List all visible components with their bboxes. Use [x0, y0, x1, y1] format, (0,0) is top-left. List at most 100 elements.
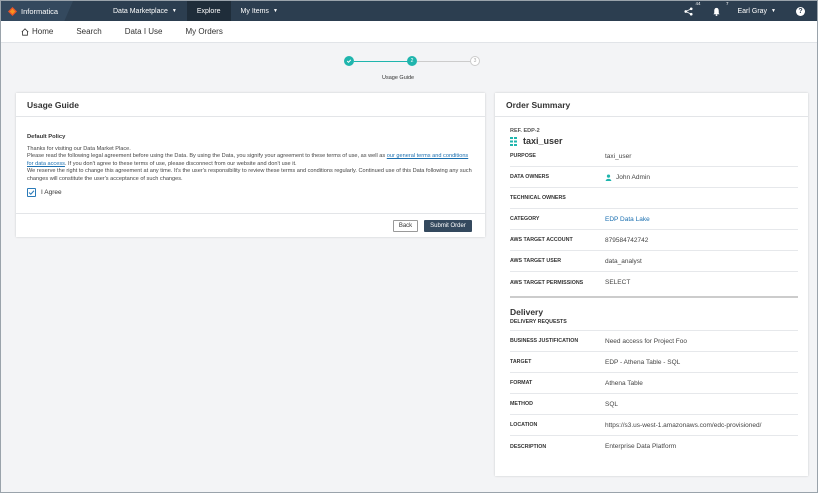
bell-icon: [713, 7, 720, 16]
notifications-button[interactable]: 44: [681, 1, 700, 18]
nav-data-marketplace-label: Data Marketplace: [113, 7, 168, 15]
field-key: PURPOSE: [510, 153, 536, 159]
stepper-line-done: [354, 61, 408, 62]
field-aws-target-permissions: AWS TARGET PERMISSIONS SELECT: [510, 272, 798, 293]
field-key: CATEGORY: [510, 216, 540, 222]
nav-explore[interactable]: Explore: [186, 1, 231, 21]
delivery-requests-label: DELIVERY REQUESTS: [510, 319, 798, 331]
field-key: METHOD: [510, 401, 533, 407]
subnav-search-label: Search: [76, 27, 102, 36]
field-value: SQL: [605, 400, 619, 408]
field-key: AWS TARGET ACCOUNT: [510, 237, 573, 243]
order-summary-card: Order Summary REF. EDP-2 taxi_user PURPO…: [495, 93, 808, 476]
order-name-row: taxi_user: [510, 136, 798, 146]
stepper-line-pending: [417, 61, 471, 62]
policy-line-2: Please read the following legal agreemen…: [27, 153, 474, 168]
policy-title: Default Policy: [27, 134, 66, 140]
field-value: SELECT: [605, 279, 631, 286]
field-key: DATA OWNERS: [510, 174, 550, 180]
field-value: John Admin: [605, 174, 650, 181]
field-value: Athena Table: [605, 379, 643, 387]
usage-guide-title: Usage Guide: [16, 93, 485, 117]
subnav-search[interactable]: Search: [76, 27, 101, 36]
back-button[interactable]: Back: [393, 220, 418, 232]
home-icon: [21, 27, 29, 36]
subnav-home[interactable]: Home: [21, 27, 53, 36]
subnav-my-orders-label: My Orders: [185, 27, 223, 36]
field-purpose: PURPOSE taxi_user: [510, 146, 798, 167]
field-target: TARGET EDP - Athena Table - SQL: [510, 352, 798, 373]
policy-line-1: Thanks for visiting our Data Market Plac…: [27, 145, 131, 152]
delivery-title: Delivery: [510, 307, 544, 317]
chevron-down-icon: ▼: [771, 8, 776, 14]
field-location: LOCATION https://s3.us-west-1.amazonaws.…: [510, 415, 798, 436]
alerts-button[interactable]: 7: [709, 1, 728, 18]
share-network-icon: [684, 6, 693, 16]
check-icon: [346, 59, 352, 64]
field-key: FORMAT: [510, 380, 533, 386]
order-stepper: 2 3 Usage Guide: [344, 55, 484, 85]
subnav-data-i-use[interactable]: Data I Use: [125, 27, 163, 36]
subnav-data-i-use-label: Data I Use: [124, 27, 163, 36]
delivery-divider: [510, 296, 798, 298]
policy-line-2-pre: Please read the following legal agreemen…: [27, 153, 387, 159]
step-3-pending: 3: [470, 56, 480, 66]
order-name: taxi_user: [523, 136, 563, 146]
field-category: CATEGORY EDP Data Lake: [510, 209, 798, 230]
subnav-my-orders[interactable]: My Orders: [186, 27, 223, 36]
step-label: Usage Guide: [382, 75, 415, 81]
field-key: BUSINESS JUSTIFICATION: [510, 338, 579, 344]
top-nav: Data Marketplace ▼ Explore My Items ▼: [103, 1, 288, 21]
notifications-badge: 44: [695, 1, 701, 6]
field-value: taxi_user: [605, 152, 632, 160]
top-right-controls: 44 7 Earl Gray ▼ ?: [681, 1, 817, 21]
category-link[interactable]: EDP Data Lake: [605, 216, 650, 223]
brand[interactable]: Informatica: [1, 1, 73, 21]
field-business-justification: BUSINESS JUSTIFICATION Need access for P…: [510, 331, 798, 352]
field-key: LOCATION: [510, 422, 538, 428]
field-value: EDP - Athena Table - SQL: [605, 358, 681, 366]
help-icon[interactable]: ?: [796, 6, 805, 16]
field-key: TECHNICAL OWNERS: [510, 195, 566, 201]
user-icon: [605, 173, 612, 181]
field-value: Need access for Project Foo: [605, 337, 688, 345]
field-value: https://s3.us-west-1.amazonaws.com/edc-p…: [605, 421, 762, 429]
dataset-icon: [510, 136, 517, 146]
field-aws-target-user: AWS TARGET USER data_analyst: [510, 251, 798, 272]
chevron-down-icon: ▼: [272, 8, 278, 14]
field-key: AWS TARGET PERMISSIONS: [510, 279, 584, 286]
step-1-complete: [344, 56, 354, 66]
sub-nav: Home Search Data I Use My Orders: [1, 21, 817, 43]
nav-my-items[interactable]: My Items ▼: [231, 1, 288, 21]
agree-checkbox[interactable]: [27, 188, 36, 197]
order-reference: REF. EDP-2: [510, 128, 540, 134]
check-icon: [28, 190, 35, 196]
chevron-down-icon: ▼: [171, 8, 177, 14]
submit-order-button[interactable]: Submit Order: [424, 220, 472, 232]
field-value: Enterprise Data Platform: [605, 443, 677, 450]
nav-my-items-label: My Items: [240, 7, 269, 15]
usage-guide-footer: Back Submit Order: [16, 213, 485, 237]
user-menu[interactable]: Earl Gray ▼: [737, 8, 776, 15]
policy-line-2-post: . If you don't agree to these terms of u…: [64, 160, 297, 167]
user-name: Earl Gray: [737, 7, 768, 15]
order-summary-body: REF. EDP-2 taxi_user PURPOSE taxi_user D…: [495, 128, 808, 457]
nav-data-marketplace[interactable]: Data Marketplace ▼: [103, 1, 187, 21]
nav-explore-label: Explore: [196, 7, 221, 15]
agree-label: I Agree: [41, 188, 62, 196]
field-value: data_analyst: [605, 257, 642, 265]
field-description: DESCRIPTION Enterprise Data Platform: [510, 436, 798, 457]
field-technical-owners: TECHNICAL OWNERS: [510, 188, 798, 209]
field-format: FORMAT Athena Table: [510, 373, 798, 394]
field-method: METHOD SQL: [510, 394, 798, 415]
field-data-owners: DATA OWNERS John Admin: [510, 167, 798, 188]
field-key: TARGET: [510, 359, 532, 365]
usage-guide-body: Default Policy Thanks for visiting our D…: [16, 117, 485, 197]
brand-name: Informatica: [21, 6, 59, 16]
order-summary-title: Order Summary: [495, 93, 808, 117]
field-key: AWS TARGET USER: [510, 258, 562, 264]
top-bar: Informatica Data Marketplace ▼ Explore M…: [1, 1, 817, 21]
agree-row: I Agree: [27, 188, 474, 197]
usage-guide-card: Usage Guide Default Policy Thanks for vi…: [16, 93, 485, 237]
field-aws-target-account: AWS TARGET ACCOUNT 879584742742: [510, 230, 798, 251]
